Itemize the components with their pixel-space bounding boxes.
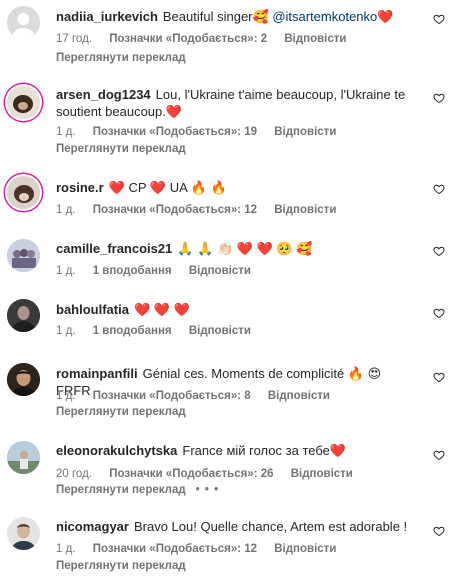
comment-time[interactable]: 1 д. bbox=[56, 390, 76, 402]
comment-time[interactable]: 20 год. bbox=[56, 468, 92, 480]
comment-meta: 1 д. Позначки «Подобається»: 8 Відповіст… bbox=[56, 390, 344, 402]
comment-meta: 20 год. Позначки «Подобається»: 26 Відпо… bbox=[56, 468, 367, 480]
comment-meta: 1 д. 1 вподобання Відповісти bbox=[56, 325, 265, 337]
like-heart-icon[interactable] bbox=[433, 13, 445, 25]
comment-meta: 17 год. Позначки «Подобається»: 2 Відпов… bbox=[56, 33, 360, 45]
like-heart-icon[interactable] bbox=[433, 307, 445, 319]
more-options-icon[interactable]: • • • bbox=[196, 484, 219, 496]
avatar[interactable] bbox=[7, 441, 40, 474]
comment-text: ❤️ CP ❤️ UA 🔥 🔥 bbox=[108, 180, 227, 195]
see-translation-link[interactable]: Переглянути переклад bbox=[56, 52, 186, 64]
see-translation-link[interactable]: Переглянути переклад bbox=[56, 406, 186, 418]
comment-meta: 1 д. Позначки «Подобається»: 19 Відповіс… bbox=[56, 126, 350, 138]
comment-username[interactable]: arsen_dog1234 bbox=[56, 87, 151, 102]
avatar[interactable] bbox=[7, 239, 40, 272]
reply-button[interactable]: Відповісти bbox=[274, 204, 336, 216]
comment-body: nadiia_iurkevich Beautiful singer🥰 @itsar… bbox=[56, 8, 414, 25]
outdoor-avatar-icon bbox=[7, 441, 40, 474]
comment-body: bahloulfatia ❤️ ❤️ ❤️ bbox=[56, 301, 414, 318]
avatar[interactable] bbox=[7, 299, 40, 332]
comment-body: nicomagyar Bravo Lou! Quelle chance, Arte… bbox=[56, 518, 414, 535]
comment-likes[interactable]: Позначки «Подобається»: 12 bbox=[93, 204, 257, 216]
comment-username[interactable]: romainpanfili bbox=[56, 366, 138, 381]
reply-button[interactable]: Відповісти bbox=[189, 265, 251, 277]
dog-avatar-icon bbox=[7, 176, 40, 209]
comment-body: arsen_dog1234 Lou, l'Ukraine t'aime beauc… bbox=[56, 86, 414, 120]
comment-meta: 1 д. Позначки «Подобається»: 12 Відповіс… bbox=[56, 204, 350, 216]
comment-meta: 1 д. 1 вподобання Відповісти bbox=[56, 265, 265, 277]
avatar[interactable] bbox=[7, 176, 40, 209]
portrait-avatar-icon bbox=[7, 517, 40, 550]
see-translation-link[interactable]: Переглянути переклад bbox=[56, 560, 186, 572]
comment-likes[interactable]: 1 вподобання bbox=[93, 325, 172, 337]
comment-body: camille_francois21 🙏 🙏 👏🏻 ❤️ ❤️ 🥺 🥰 bbox=[56, 240, 414, 257]
comment-likes[interactable]: Позначки «Подобається»: 2 bbox=[109, 33, 267, 45]
comment-text: Beautiful singer🥰 bbox=[162, 9, 269, 24]
comment-likes[interactable]: Позначки «Подобається»: 12 bbox=[93, 543, 257, 555]
comment-likes[interactable]: Позначки «Подобається»: 19 bbox=[93, 126, 257, 138]
see-translation-link[interactable]: Переглянути переклад bbox=[56, 143, 186, 155]
portrait-avatar-icon bbox=[7, 299, 40, 332]
group-avatar-icon bbox=[7, 239, 40, 272]
comment-text: 🙏 🙏 👏🏻 ❤️ ❤️ 🥺 🥰 bbox=[177, 241, 313, 256]
portrait-avatar-icon bbox=[7, 363, 40, 396]
comment-time[interactable]: 1 д. bbox=[56, 325, 76, 337]
default-avatar-icon bbox=[7, 6, 40, 39]
like-heart-icon[interactable] bbox=[433, 245, 445, 257]
comment-body: rosine.r ❤️ CP ❤️ UA 🔥 🔥 bbox=[56, 179, 414, 196]
comment-time[interactable]: 17 год. bbox=[56, 33, 92, 45]
comment-text: ❤️ ❤️ ❤️ bbox=[133, 302, 190, 317]
see-translation-link: Переглянути переклад • • • bbox=[56, 484, 219, 496]
avatar[interactable] bbox=[7, 363, 40, 396]
avatar[interactable] bbox=[7, 86, 40, 119]
like-heart-icon[interactable] bbox=[433, 183, 445, 195]
avatar[interactable] bbox=[7, 517, 40, 550]
comment-username[interactable]: nadiia_iurkevich bbox=[56, 9, 158, 24]
comment-body: eleonorakulchytska France мій голос за те… bbox=[56, 442, 414, 459]
like-heart-icon[interactable] bbox=[433, 449, 445, 461]
reply-button[interactable]: Відповісти bbox=[274, 543, 336, 555]
comment-time[interactable]: 1 д. bbox=[56, 543, 76, 555]
reply-button[interactable]: Відповісти bbox=[268, 390, 330, 402]
comment-username[interactable]: rosine.r bbox=[56, 180, 104, 195]
comment-time[interactable]: 1 д. bbox=[56, 126, 76, 138]
see-translation-text[interactable]: Переглянути переклад bbox=[56, 484, 186, 496]
reply-button[interactable]: Відповісти bbox=[291, 468, 353, 480]
comment-text-end: ❤️ bbox=[377, 9, 394, 24]
reply-button[interactable]: Відповісти bbox=[274, 126, 336, 138]
comment-text: Bravo Lou! Quelle chance, Artem est ador… bbox=[133, 519, 408, 534]
like-heart-icon[interactable] bbox=[433, 371, 445, 383]
comment-time[interactable]: 1 д. bbox=[56, 265, 76, 277]
comment-likes[interactable]: Позначки «Подобається»: 8 bbox=[93, 390, 251, 402]
reply-button[interactable]: Відповісти bbox=[189, 325, 251, 337]
dog-avatar-icon bbox=[7, 86, 40, 119]
comment-text: France мій голос за тебе❤️ bbox=[182, 443, 347, 458]
comment-username[interactable]: bahloulfatia bbox=[56, 302, 129, 317]
comment-meta: 1 д. Позначки «Подобається»: 12 Відповіс… bbox=[56, 543, 350, 555]
comment-time[interactable]: 1 д. bbox=[56, 204, 76, 216]
comment-username[interactable]: nicomagyar bbox=[56, 519, 129, 534]
comment-username[interactable]: camille_francois21 bbox=[56, 241, 172, 256]
like-heart-icon[interactable] bbox=[433, 525, 445, 537]
comment-mention[interactable]: @itsartemkotenko bbox=[272, 9, 377, 24]
like-heart-icon[interactable] bbox=[433, 92, 445, 104]
comment-likes[interactable]: Позначки «Подобається»: 26 bbox=[109, 468, 273, 480]
comment-username[interactable]: eleonorakulchytska bbox=[56, 443, 177, 458]
reply-button[interactable]: Відповісти bbox=[284, 33, 346, 45]
comment-likes[interactable]: 1 вподобання bbox=[93, 265, 172, 277]
avatar[interactable] bbox=[7, 6, 40, 39]
